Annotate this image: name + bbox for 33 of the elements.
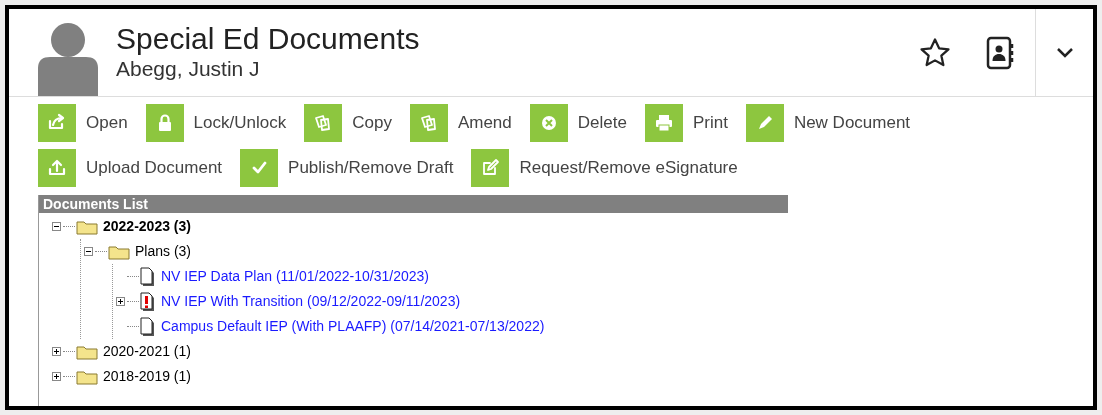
document-icon (140, 316, 156, 337)
toolbar-button[interactable]: Print (644, 104, 728, 142)
toolbar-button[interactable]: Upload Document (38, 149, 223, 187)
document-link[interactable]: Campus Default IEP (With PLAAFP) (07/14/2021-07/13/2022) (161, 316, 545, 337)
toolbar-button[interactable]: Amend (409, 104, 512, 142)
folder-label[interactable]: 2018-2019 (1) (103, 366, 191, 387)
expand-toggle[interactable] (115, 297, 125, 306)
page-title: Special Ed Documents (116, 22, 420, 56)
folder-label[interactable]: 2020-2021 (1) (103, 341, 191, 362)
collapse-toggle[interactable] (83, 247, 93, 256)
student-name: Abegg, Justin J (116, 56, 261, 82)
folder-label[interactable]: 2022-2023 (3) (103, 216, 191, 237)
folder-icon (76, 218, 98, 235)
collapse-toggle[interactable] (51, 222, 61, 231)
expand-toggle[interactable] (51, 372, 61, 381)
toolbar-button[interactable]: New Document (745, 104, 911, 142)
folder-icon (76, 343, 98, 360)
document-link[interactable]: NV IEP Data Plan (11/01/2022-10/31/2023) (161, 266, 429, 287)
alert-document-icon (140, 291, 156, 312)
toolbar-button[interactable]: Open (38, 104, 128, 142)
avatar-icon (37, 22, 99, 96)
toolbar-button[interactable]: Lock/Unlock (145, 104, 287, 142)
document-icon (140, 266, 156, 287)
toolbar-button[interactable]: Delete (529, 104, 627, 142)
document-link[interactable]: NV IEP With Transition (09/12/2022-09/11/2023) (161, 291, 461, 312)
folder-icon (108, 243, 130, 260)
toolbar-button[interactable]: Copy (304, 104, 392, 142)
folder-label[interactable]: Plans (3) (135, 241, 192, 262)
toolbar-button[interactable]: Publish/Remove Draft (240, 149, 454, 187)
folder-icon (76, 368, 98, 385)
panel-header: Documents List (39, 195, 788, 213)
toolbar-button[interactable]: Request/Remove eSignature (471, 149, 738, 187)
expand-toggle[interactable] (51, 347, 61, 356)
